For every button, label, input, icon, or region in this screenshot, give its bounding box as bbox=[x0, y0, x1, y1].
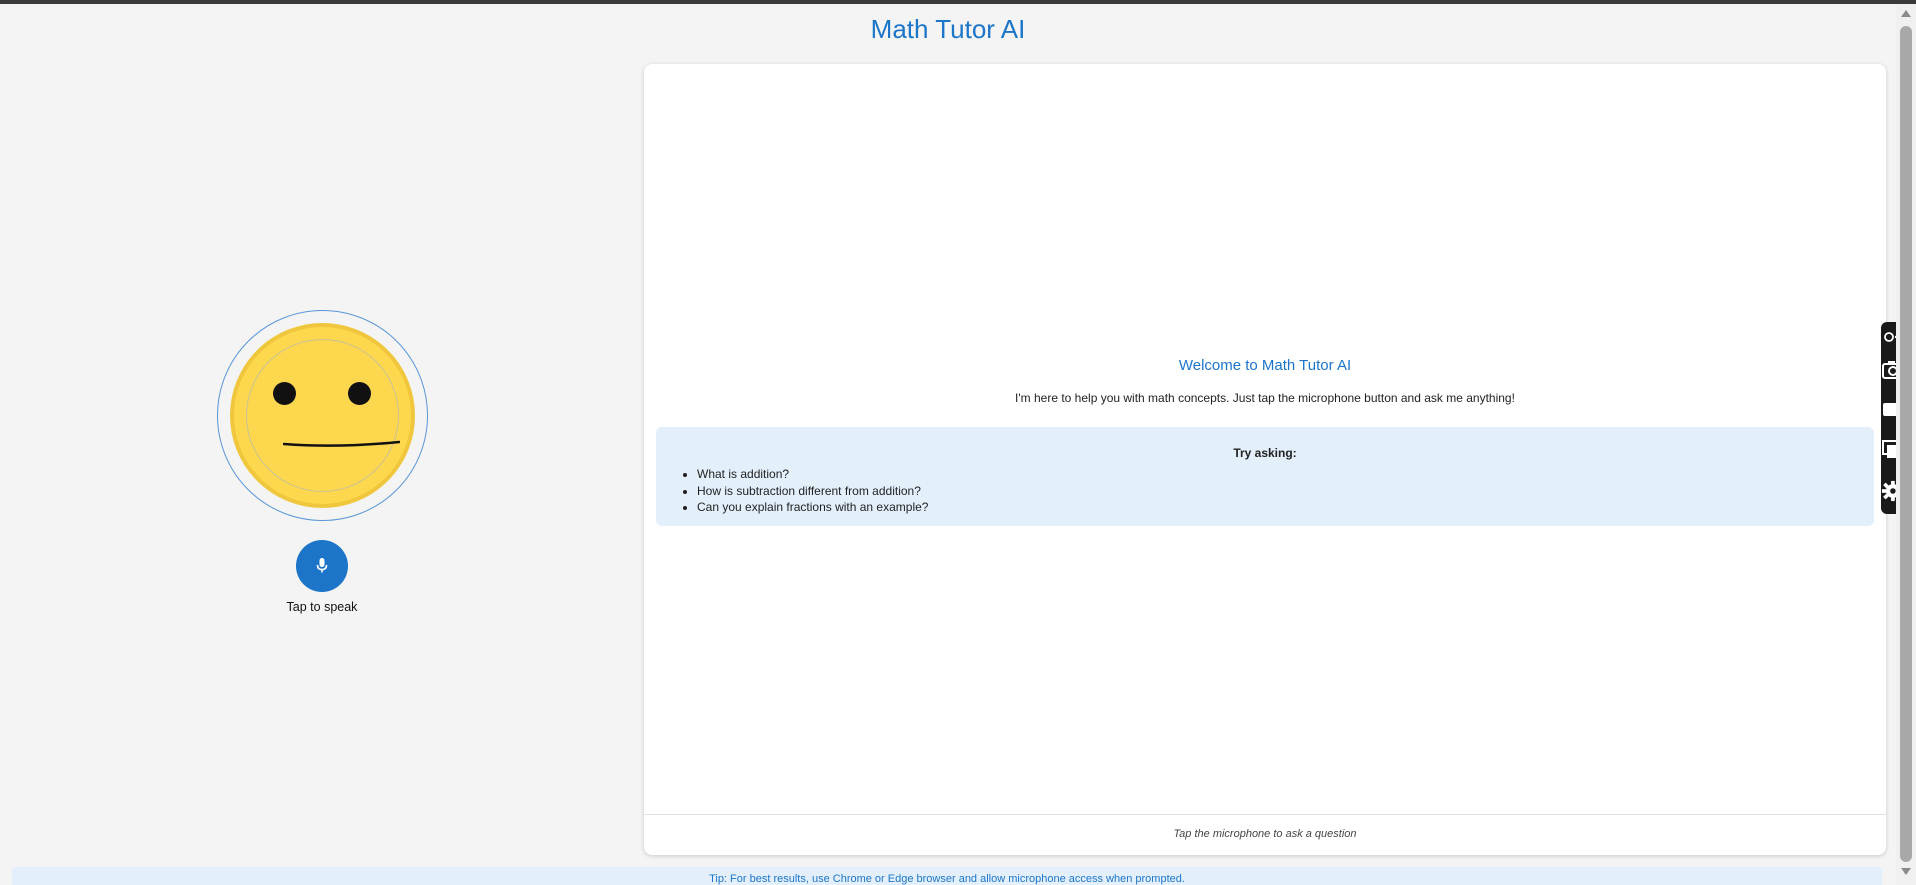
microphone-button[interactable] bbox=[296, 540, 348, 592]
avatar-left-eye bbox=[273, 382, 296, 405]
suggestions-list: What is addition? How is subtraction dif… bbox=[697, 466, 928, 516]
window-top-bar bbox=[0, 0, 1916, 4]
chat-panel: Welcome to Math Tutor AI I'm here to hel… bbox=[644, 64, 1886, 855]
tip-bar: Tip: For best results, use Chrome or Edg… bbox=[12, 867, 1882, 885]
scrollbar-thumb[interactable] bbox=[1900, 26, 1912, 862]
avatar-right-eye bbox=[348, 382, 371, 405]
suggestions-title: Try asking: bbox=[1233, 446, 1297, 460]
chat-footer: Tap the microphone to ask a question bbox=[644, 814, 1886, 855]
page-title: Math Tutor AI bbox=[870, 14, 1026, 44]
tip-text: Tip: For best results, use Chrome or Edg… bbox=[709, 873, 1185, 885]
scroll-down-arrow-icon[interactable] bbox=[1901, 868, 1911, 875]
microphone-icon bbox=[316, 558, 328, 573]
footer-hint: Tap the microphone to ask a question bbox=[1173, 828, 1357, 840]
welcome-title: Welcome to Math Tutor AI bbox=[1178, 357, 1352, 374]
suggestions-box: Try asking: What is addition? How is sub… bbox=[656, 427, 1874, 526]
scroll-up-arrow-icon[interactable] bbox=[1901, 10, 1911, 17]
microphone-label: Tap to speak bbox=[286, 600, 358, 614]
welcome-text: I'm here to help you with math concepts.… bbox=[1015, 391, 1515, 405]
suggestion-item: How is subtraction different from additi… bbox=[697, 483, 928, 500]
suggestion-item: What is addition? bbox=[697, 466, 928, 483]
vertical-scrollbar[interactable] bbox=[1896, 4, 1916, 885]
suggestion-item: Can you explain fractions with an exampl… bbox=[697, 499, 928, 516]
avatar-inner-ring bbox=[246, 339, 399, 492]
avatar-mouth bbox=[283, 440, 400, 447]
